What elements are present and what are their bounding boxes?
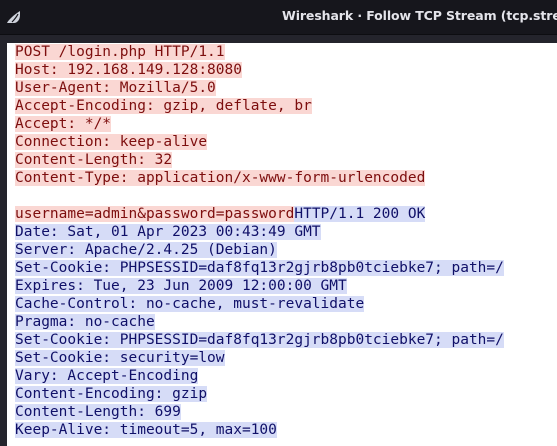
server-header-line: Set-Cookie: security=low — [15, 350, 225, 366]
server-header-line: Expires: Tue, 23 Jun 2009 12:00:00 GMT — [15, 278, 347, 294]
server-header-line: Content-Encoding: gzip — [15, 386, 208, 402]
server-header-line: Cache-Control: no-cache, must-revalidate — [15, 296, 365, 312]
client-post-body: username=admin&password=password — [15, 206, 295, 222]
server-status-line: HTTP/1.1 200 OK — [294, 206, 426, 222]
wireshark-fin-icon — [7, 11, 20, 23]
client-header-line: Accept: */* — [15, 116, 112, 132]
title-bar[interactable]: Wireshark · Follow TCP Stream (tcp.strea… — [0, 0, 557, 35]
client-request-line: POST /login.php HTTP/1.1 — [15, 44, 225, 60]
server-header-line: Content-Length: 699 — [15, 404, 181, 420]
stream-content[interactable]: POST /login.php HTTP/1.1 Host: 192.168.1… — [7, 43, 557, 446]
window-title: Wireshark · Follow TCP Stream (tcp.strea… — [282, 8, 557, 23]
server-header-line: Set-Cookie: PHPSESSID=daf8fq13r2gjrb8pb0… — [15, 332, 504, 348]
client-header-line: User-Agent: Mozilla/5.0 — [15, 80, 216, 96]
client-header-line: Host: 192.168.149.128:8080 — [15, 62, 242, 78]
client-header-line: Accept-Encoding: gzip, deflate, br — [15, 98, 312, 114]
server-header-line: Server: Apache/2.4.25 (Debian) — [15, 242, 277, 258]
server-header-line: Set-Cookie: PHPSESSID=daf8fq13r2gjrb8pb0… — [15, 260, 504, 276]
client-header-line: Connection: keep-alive — [15, 134, 208, 150]
follow-tcp-stream-window: Wireshark · Follow TCP Stream (tcp.strea… — [0, 0, 557, 446]
server-header-line: Pragma: no-cache — [15, 314, 155, 330]
server-header-line: Vary: Accept-Encoding — [15, 368, 199, 384]
server-header-line: Keep-Alive: timeout=5, max=100 — [15, 422, 277, 438]
client-header-line: Content-Type: application/x-www-form-url… — [15, 170, 426, 186]
stream-frame: POST /login.php HTTP/1.1 Host: 192.168.1… — [0, 35, 557, 446]
server-header-line: Date: Sat, 01 Apr 2023 00:43:49 GMT — [15, 224, 321, 240]
client-header-line: Content-Length: 32 — [15, 152, 173, 168]
